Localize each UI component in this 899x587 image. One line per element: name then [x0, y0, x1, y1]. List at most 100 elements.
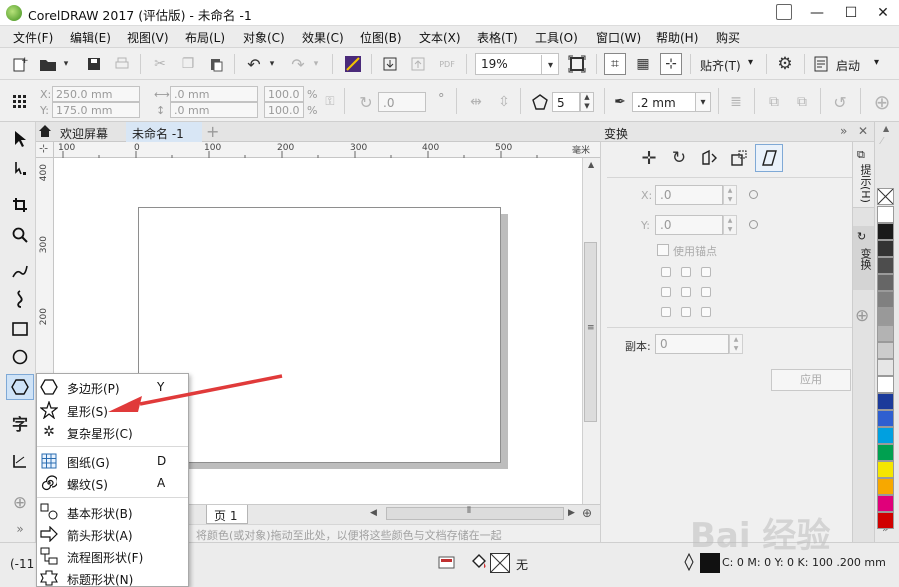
- palette-swatch[interactable]: [877, 325, 894, 342]
- artistic-media-tool-icon[interactable]: [8, 288, 32, 310]
- anchor-top-right[interactable]: [701, 267, 711, 277]
- palette-swatch[interactable]: [877, 206, 894, 223]
- anchor-bottom-left[interactable]: [661, 307, 671, 317]
- mirror-vertical-icon[interactable]: ⇳: [494, 92, 514, 112]
- rotation-angle-field[interactable]: .0: [378, 92, 426, 112]
- palette-swatch[interactable]: [877, 444, 894, 461]
- menu-object[interactable]: 对象(C): [243, 29, 285, 46]
- flyout-item-polygon[interactable]: 多边形(P) Y: [37, 376, 188, 398]
- maximize-button[interactable]: ☐: [834, 0, 868, 26]
- horizontal-scroll-thumb[interactable]: ⦀: [386, 506, 564, 520]
- object-origin-icon[interactable]: [10, 92, 30, 112]
- palette-swatch[interactable]: [877, 461, 894, 478]
- docker-y-radio[interactable]: [749, 220, 758, 229]
- scroll-up-icon[interactable]: ▲: [588, 160, 594, 169]
- snap-to-menu[interactable]: 贴齐(T): [700, 57, 741, 74]
- launch-icon[interactable]: [812, 54, 830, 74]
- scale-width-field[interactable]: 100.0: [264, 86, 304, 102]
- palette-swatch[interactable]: [877, 478, 894, 495]
- outline-width-field[interactable]: .2 mm: [632, 92, 696, 112]
- anchor-middle-right[interactable]: [701, 287, 711, 297]
- menu-window[interactable]: 窗口(W): [596, 29, 641, 46]
- tab-welcome-screen[interactable]: 欢迎屏幕: [60, 125, 108, 142]
- flyout-item-spiral[interactable]: 螺纹(S) A: [37, 472, 188, 494]
- vertical-scroll-thumb[interactable]: ≡: [584, 242, 597, 422]
- palette-swatch[interactable]: [877, 291, 894, 308]
- menu-tools[interactable]: 工具(O): [535, 29, 578, 46]
- palette-swatch[interactable]: [877, 512, 894, 529]
- anchor-middle-left[interactable]: [661, 287, 671, 297]
- import-icon[interactable]: [380, 54, 400, 74]
- docker-close-icon[interactable]: ✕: [858, 124, 868, 138]
- y-position-field[interactable]: 175.0 mm: [52, 102, 140, 118]
- add-tab-icon[interactable]: +: [206, 122, 219, 141]
- polygon-sides-field[interactable]: 5: [552, 92, 580, 112]
- docker-expand-icon[interactable]: »: [840, 124, 847, 138]
- menu-help[interactable]: 帮助(H): [656, 29, 698, 46]
- palette-swatch[interactable]: [877, 257, 894, 274]
- ellipse-tool-icon[interactable]: [8, 346, 32, 368]
- launch-dropdown-icon[interactable]: ▾: [874, 57, 879, 68]
- add-tool-icon[interactable]: ⊕: [8, 492, 32, 514]
- palette-swatch[interactable]: [877, 359, 894, 376]
- to-back-icon[interactable]: ⧉: [792, 92, 812, 112]
- palette-swatch[interactable]: [877, 376, 894, 393]
- save-icon[interactable]: [84, 54, 104, 74]
- anchor-center[interactable]: [681, 287, 691, 297]
- palette-swatch[interactable]: [877, 308, 894, 325]
- horizontal-ruler[interactable]: 100 0 100 200 300 400 500 毫米: [54, 142, 600, 158]
- open-folder-icon[interactable]: [38, 54, 58, 74]
- add-icon[interactable]: ⊕: [870, 90, 894, 114]
- menu-view[interactable]: 视图(V): [127, 29, 169, 46]
- flyout-item-basic-shapes[interactable]: 基本形状(B): [37, 501, 188, 523]
- ruler-origin[interactable]: ⊹: [36, 142, 54, 158]
- height-field[interactable]: .0 mm: [170, 102, 258, 118]
- use-anchor-checkbox[interactable]: [657, 244, 669, 256]
- rotate-mode-icon[interactable]: ↻: [667, 146, 691, 170]
- zoom-dropdown-icon[interactable]: ▾: [541, 55, 559, 75]
- export-icon[interactable]: [408, 54, 428, 74]
- palette-swatch[interactable]: [877, 410, 894, 427]
- docker-y-stepper[interactable]: ▲ ▼: [723, 215, 737, 235]
- docker-y-field[interactable]: .0: [655, 215, 723, 235]
- side-tab-transform[interactable]: ↻ 变换: [853, 226, 874, 290]
- position-mode-icon[interactable]: ✛: [637, 146, 661, 170]
- publish-pdf-icon[interactable]: PDF: [436, 54, 458, 74]
- copy-icon[interactable]: ❐: [178, 54, 198, 74]
- scroll-right-icon[interactable]: ▶: [568, 508, 575, 518]
- menu-effects[interactable]: 效果(C): [302, 29, 344, 46]
- flyout-item-arrow-shapes[interactable]: 箭头形状(A): [37, 523, 188, 545]
- anchor-bottom-right[interactable]: [701, 307, 711, 317]
- paste-icon[interactable]: [206, 54, 226, 74]
- account-icon[interactable]: [776, 4, 792, 20]
- redo-icon[interactable]: ↷: [288, 54, 308, 74]
- side-tab-hints[interactable]: ⧉ 提示(H): [853, 142, 874, 208]
- palette-swatch[interactable]: [877, 274, 894, 291]
- flyout-item-complex-star[interactable]: ✲ 复杂星形(C): [37, 421, 188, 443]
- flyout-item-star[interactable]: 星形(S): [37, 399, 188, 421]
- menu-edit[interactable]: 编辑(E): [70, 29, 111, 46]
- lock-ratio-icon[interactable]: ⚿: [322, 92, 338, 110]
- scale-height-field[interactable]: 100.0: [264, 102, 304, 118]
- redo-dropdown-icon[interactable]: ▾: [310, 56, 322, 72]
- print-icon[interactable]: [112, 54, 132, 74]
- menu-text[interactable]: 文本(X): [419, 29, 461, 46]
- anchor-top-center[interactable]: [681, 267, 691, 277]
- rulers-toggle-icon[interactable]: ⌗: [604, 53, 626, 75]
- crop-tool-icon[interactable]: [8, 194, 32, 216]
- toolbox-expand-icon[interactable]: »: [8, 518, 32, 540]
- mirror-horizontal-icon[interactable]: ⇹: [466, 92, 486, 112]
- fill-indicator-icon[interactable]: [438, 555, 456, 571]
- fill-bucket-icon[interactable]: [470, 553, 488, 573]
- text-tool-icon[interactable]: 字: [8, 412, 32, 434]
- dimension-tool-icon[interactable]: [8, 450, 32, 472]
- undo-icon[interactable]: ↶: [244, 54, 264, 74]
- menu-buy[interactable]: 购买: [716, 29, 740, 46]
- minimize-button[interactable]: —: [800, 0, 834, 26]
- copies-stepper[interactable]: ▲ ▼: [729, 334, 743, 354]
- docker-x-field[interactable]: .0: [655, 185, 723, 205]
- text-wrap-icon[interactable]: ≣: [726, 92, 746, 112]
- page-tab[interactable]: 页 1: [206, 505, 248, 524]
- palette-swatch[interactable]: [877, 427, 894, 444]
- flyout-item-flowchart-shapes[interactable]: 流程图形状(F): [37, 545, 188, 567]
